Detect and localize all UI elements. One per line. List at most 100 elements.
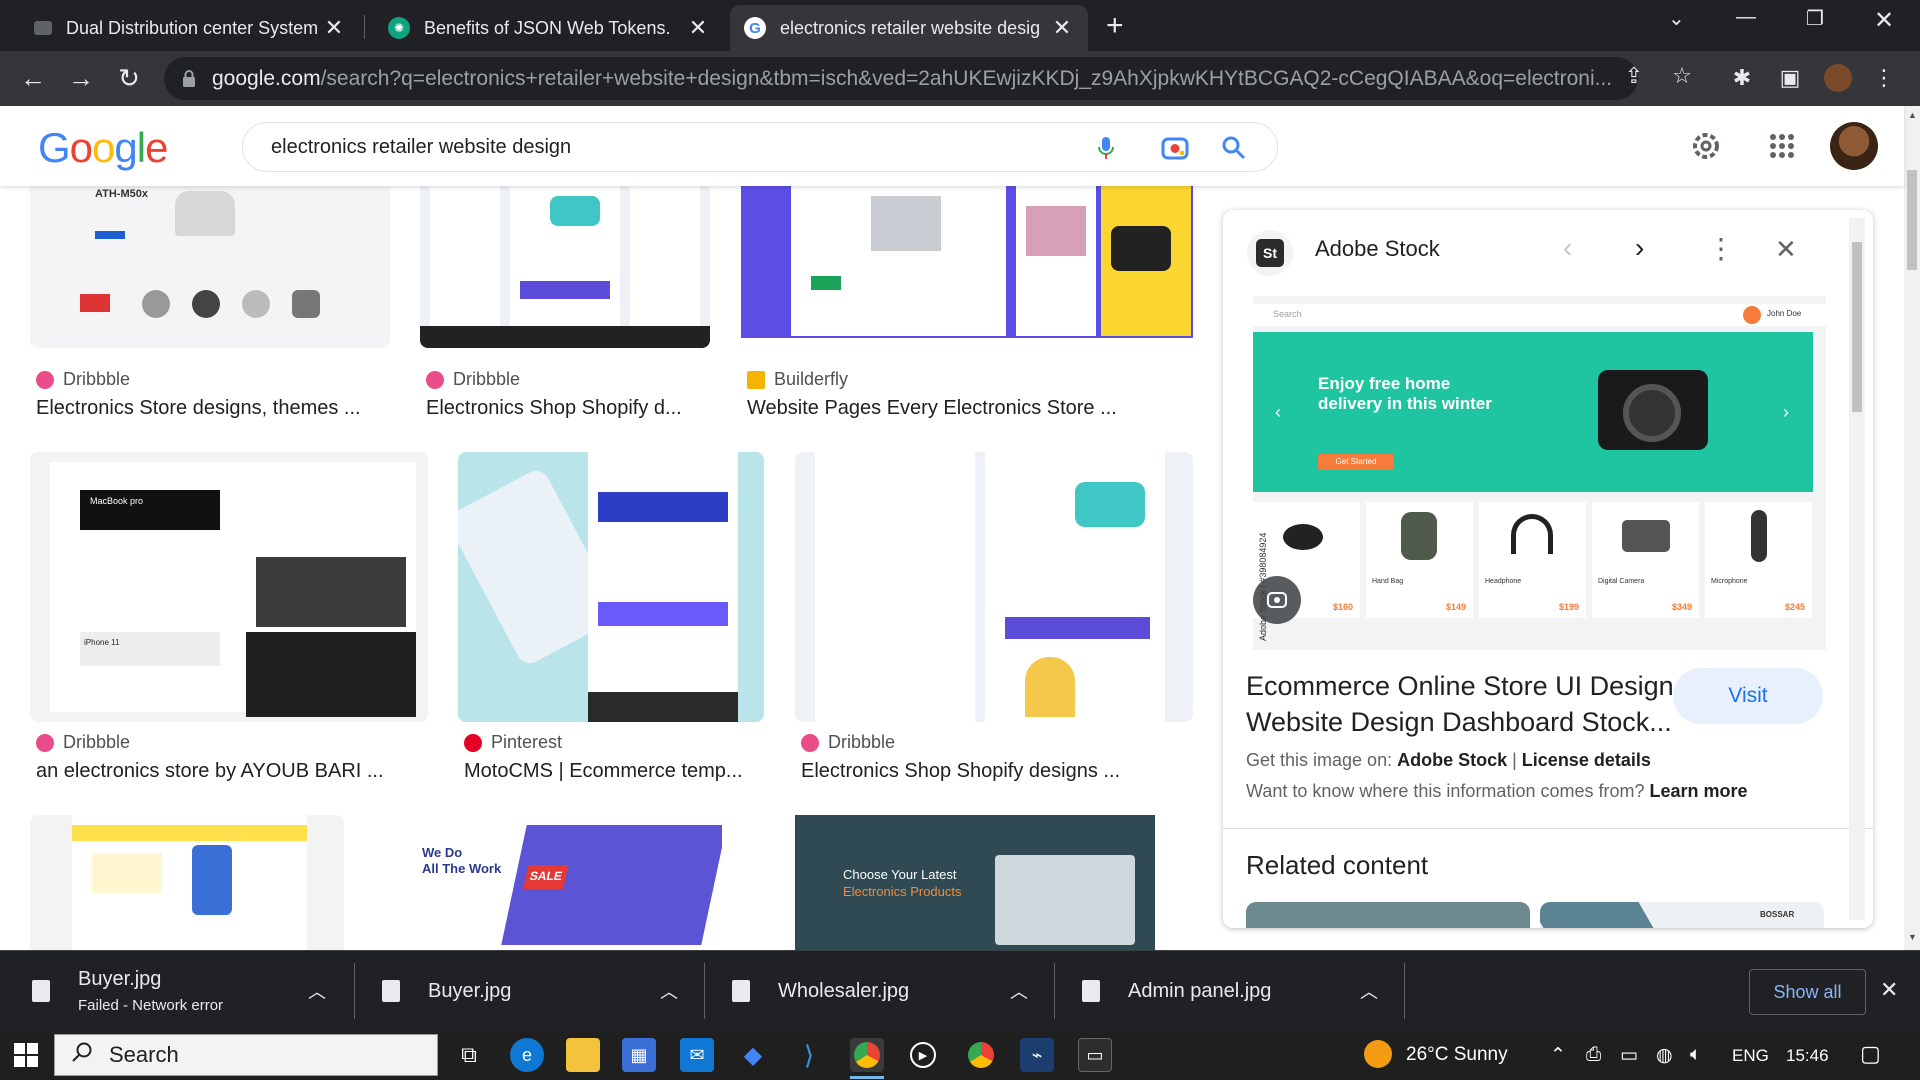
scroll-down-arrow-icon[interactable]: ▼ (1908, 932, 1917, 942)
close-icon[interactable]: ✕ (686, 15, 710, 41)
chrome-icon[interactable] (850, 1038, 884, 1072)
tab-json-web-tokens[interactable]: ✺ Benefits of JSON Web Tokens. ✕ (374, 5, 724, 51)
app-diamond-icon[interactable]: ◆ (736, 1038, 770, 1072)
microsoft-store-icon[interactable]: ▦ (622, 1038, 656, 1072)
google-logo[interactable]: Google (38, 124, 168, 172)
chevron-up-icon[interactable]: ︿ (308, 978, 326, 1004)
scrollbar-thumb[interactable] (1907, 170, 1917, 270)
image-title[interactable]: Ecommerce Online Store UI Design Website… (1246, 668, 1716, 740)
minimize-button[interactable]: — (1736, 6, 1756, 29)
file-explorer-icon[interactable] (566, 1038, 600, 1072)
page-scrollbar[interactable]: ▲ ▼ (1904, 106, 1920, 950)
close-icon[interactable]: ✕ (322, 15, 346, 41)
close-icon[interactable]: ✕ (1050, 15, 1074, 41)
task-view-icon[interactable]: ⧉ (452, 1038, 486, 1072)
result-thumbnail[interactable]: MacBook pro iPhone 11 (30, 452, 428, 722)
download-item[interactable]: Wholesaler.jpg ︿ (732, 951, 1032, 1031)
lens-search-icon[interactable] (1253, 576, 1301, 624)
tab-electronics-search[interactable]: G electronics retailer website desig ✕ (730, 5, 1088, 51)
weather-text[interactable]: 26°C Sunny (1406, 1044, 1508, 1066)
result-source[interactable]: Dribbble (36, 732, 130, 753)
preview-image[interactable]: Search John Doe Enjoy free home delivery… (1253, 296, 1826, 650)
tab-dual-distribution[interactable]: Dual Distribution center System ✕ (20, 5, 360, 51)
taskbar-search-box[interactable]: Search (54, 1034, 438, 1076)
learn-more-link[interactable]: Learn more (1650, 781, 1748, 801)
network-globe-icon[interactable]: ◍ (1656, 1044, 1673, 1067)
tray-device-icon[interactable]: ⎙ (1586, 1044, 1601, 1066)
panel-scrollbar[interactable] (1849, 218, 1865, 920)
result-thumbnail[interactable] (795, 452, 1193, 722)
clock[interactable]: 15:46 (1786, 1046, 1829, 1066)
profile-avatar[interactable] (1824, 64, 1852, 92)
share-icon[interactable]: ⇪ (1620, 62, 1648, 90)
windows-start-icon[interactable] (14, 1043, 38, 1067)
show-all-button[interactable]: Show all (1749, 969, 1866, 1015)
license-details-link[interactable]: License details (1522, 750, 1651, 770)
result-thumbnail[interactable]: Choose Your Latest Electronics Products (753, 815, 1193, 950)
apps-grid-icon[interactable] (1764, 128, 1800, 164)
result-source[interactable]: Dribbble (426, 369, 520, 390)
settings-gear-icon[interactable] (1688, 128, 1724, 164)
media-player-icon[interactable]: ▶ (906, 1038, 940, 1072)
tray-chevron-icon[interactable]: ⌃ (1550, 1044, 1566, 1067)
microphone-icon[interactable] (1092, 134, 1120, 162)
vscode-icon[interactable]: ⟩ (792, 1038, 826, 1072)
side-panel-icon[interactable]: ▣ (1776, 64, 1804, 92)
result-thumbnail[interactable] (458, 452, 764, 722)
battery-icon[interactable]: ▭ (1620, 1044, 1638, 1067)
close-icon[interactable]: ✕ (1775, 234, 1797, 265)
language-indicator[interactable]: ENG (1732, 1046, 1769, 1066)
download-item[interactable]: Admin panel.jpg ︿ (1082, 951, 1382, 1031)
result-title[interactable]: Electronics Shop Shopify d... (426, 397, 716, 420)
result-source[interactable]: Dribbble (801, 732, 895, 753)
app-icon[interactable]: ⌁ (1020, 1038, 1054, 1072)
result-title[interactable]: MotoCMS | Ecommerce temp... (464, 760, 766, 783)
extensions-icon[interactable]: ✱ (1728, 64, 1756, 92)
result-thumbnail[interactable] (420, 186, 710, 348)
download-item[interactable]: Buyer.jpg ︿ (382, 951, 682, 1031)
restore-button[interactable]: ❐ (1806, 6, 1824, 31)
account-avatar[interactable] (1830, 122, 1878, 170)
panel-source-title[interactable]: Adobe Stock (1315, 236, 1440, 262)
address-bar[interactable]: google.com/search?q=electronics+retailer… (164, 57, 1638, 100)
scroll-up-arrow-icon[interactable]: ▲ (1908, 110, 1917, 120)
chrome-icon[interactable] (964, 1038, 998, 1072)
result-thumbnail[interactable]: We Do All The Work SALE (374, 815, 722, 950)
result-title[interactable]: an electronics store by AYOUB BARI ... (36, 760, 436, 783)
terminal-icon[interactable]: ▭ (1078, 1038, 1112, 1072)
search-icon[interactable] (1220, 134, 1248, 162)
chevron-up-icon[interactable]: ︿ (1010, 978, 1028, 1004)
result-source[interactable]: Builderfly (747, 369, 848, 390)
back-button[interactable]: ← (16, 61, 50, 95)
chevron-up-icon[interactable]: ︿ (660, 978, 678, 1004)
visit-button[interactable]: Visit (1673, 668, 1823, 724)
close-shelf-icon[interactable]: ✕ (1880, 977, 1898, 1003)
result-title[interactable]: Website Pages Every Electronics Store ..… (747, 397, 1187, 420)
result-thumbnail[interactable] (30, 815, 344, 950)
notifications-icon[interactable]: ▢ (1860, 1041, 1881, 1067)
previous-arrow-icon[interactable]: ‹ (1563, 232, 1572, 264)
result-title[interactable]: Electronics Store designs, themes ... (36, 397, 396, 420)
search-query[interactable]: electronics retailer website design (271, 136, 1277, 159)
result-source[interactable]: Dribbble (36, 369, 130, 390)
result-thumbnail[interactable]: ATH-M50x (30, 186, 390, 348)
bookmark-star-icon[interactable]: ☆ (1668, 62, 1696, 90)
get-image-source-link[interactable]: Adobe Stock (1397, 750, 1507, 770)
volume-icon[interactable]: 🔈︎ (1690, 1044, 1701, 1066)
related-thumbnail[interactable]: BOSSAR (1540, 902, 1824, 928)
window-close-button[interactable]: ✕ (1874, 6, 1894, 35)
google-lens-icon[interactable] (1160, 133, 1189, 161)
search-box[interactable]: electronics retailer website design (242, 122, 1278, 172)
menu-kebab-icon[interactable]: ⋮ (1870, 64, 1898, 92)
mail-icon[interactable]: ✉ (680, 1038, 714, 1072)
tab-search-chevron-icon[interactable]: ⌄ (1668, 6, 1685, 31)
more-options-icon[interactable]: ⋮ (1707, 232, 1735, 265)
result-thumbnail[interactable] (741, 186, 1193, 338)
related-thumbnail[interactable] (1246, 902, 1530, 928)
edge-icon[interactable]: e (510, 1038, 544, 1072)
reload-button[interactable]: ↻ (112, 61, 146, 95)
next-arrow-icon[interactable]: › (1635, 232, 1644, 264)
download-item[interactable]: Buyer.jpg Failed - Network error ︿ (32, 951, 332, 1031)
result-source[interactable]: Pinterest (464, 732, 562, 753)
forward-button[interactable]: → (64, 61, 98, 95)
